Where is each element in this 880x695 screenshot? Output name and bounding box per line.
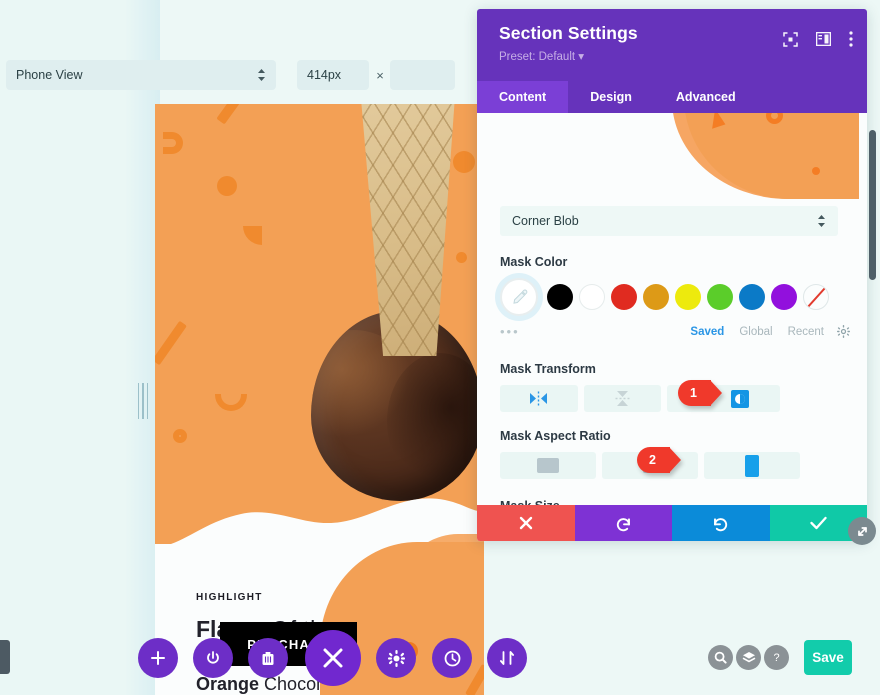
confetti-arc	[163, 132, 183, 154]
waffle-cone	[360, 104, 455, 356]
canvas-left-gradient	[0, 0, 160, 695]
eyebrow-highlight: HIGHLIGHT	[196, 592, 263, 603]
settings-button[interactable]	[376, 638, 416, 678]
confetti-arc	[215, 394, 247, 411]
add-section-button[interactable]	[138, 638, 178, 678]
invert-button[interactable]	[730, 389, 749, 408]
viewport-height-input[interactable]	[390, 60, 455, 90]
layers-button[interactable]	[736, 645, 761, 670]
mask-transform-field: Mask Transform 1	[500, 362, 781, 412]
canvas-resize-handle[interactable]	[137, 383, 149, 419]
view-mode-select[interactable]: Phone View	[6, 60, 276, 90]
aspect-portrait-button[interactable]	[704, 452, 800, 479]
panel-scrollbar[interactable]	[869, 130, 876, 280]
swatch-yellow[interactable]	[675, 284, 701, 310]
tab-content[interactable]: Content	[477, 81, 569, 113]
color-tab-saved[interactable]: Saved	[690, 326, 724, 338]
swatch-red[interactable]	[611, 284, 637, 310]
hero-image	[155, 104, 484, 544]
history-button[interactable]	[432, 638, 472, 678]
flip-horizontal-button[interactable]	[500, 385, 578, 412]
waffle-texture	[360, 104, 455, 356]
close-builder-button[interactable]	[305, 630, 361, 686]
save-button[interactable]: Save	[804, 640, 852, 675]
mask-preview-dot	[812, 167, 820, 175]
mask-aspect-ratio-label: Mask Aspect Ratio	[500, 429, 611, 443]
annotation-badge-2: 2	[637, 447, 681, 473]
cancel-button[interactable]	[477, 505, 575, 541]
swatch-white[interactable]	[579, 284, 605, 310]
confetti-bar	[216, 104, 240, 125]
tab-design[interactable]: Design	[568, 81, 654, 113]
more-options-icon[interactable]	[849, 31, 853, 47]
portrait-icon	[745, 454, 759, 477]
more-colors-button[interactable]: •••	[500, 324, 675, 339]
annotation-badge-1: 1	[678, 380, 722, 406]
section-settings-panel: Section Settings Preset: Default ▾ Conte…	[477, 9, 867, 541]
mask-color-swatches	[500, 278, 850, 316]
color-picker-button[interactable]	[500, 278, 538, 316]
panel-resize-handle[interactable]	[848, 517, 876, 545]
viewport-width-input[interactable]: 414px	[297, 60, 369, 90]
mask-style-field: Corner Blob	[500, 206, 838, 236]
landscape-icon	[537, 458, 559, 473]
swatch-orange[interactable]	[643, 284, 669, 310]
mask-style-value: Corner Blob	[512, 214, 579, 228]
color-tab-global[interactable]: Global	[739, 326, 772, 338]
help-button[interactable]: ?	[764, 645, 789, 670]
mask-color-field: Mask Color ••• Saved Global Recent	[500, 255, 850, 339]
mask-transform-buttons	[500, 385, 781, 412]
search-button[interactable]	[708, 645, 733, 670]
panel-header-actions	[783, 31, 853, 47]
reorder-button[interactable]	[487, 638, 527, 678]
swatch-black[interactable]	[547, 284, 573, 310]
confetti-dot	[217, 176, 237, 196]
panel-preset-selector[interactable]: Preset: Default ▾	[499, 49, 847, 63]
view-mode-label: Phone View	[16, 68, 83, 82]
chevron-updown-icon	[817, 214, 826, 228]
mask-transform-label: Mask Transform	[500, 362, 596, 376]
panel-tabs: Content Design Advanced	[477, 81, 867, 113]
layout-panel-icon[interactable]	[816, 32, 831, 46]
swatch-green[interactable]	[707, 284, 733, 310]
mask-aspect-ratio-field: Mask Aspect Ratio 2	[500, 429, 800, 479]
panel-body: Corner Blob Mask Color ••• Saved Global …	[477, 113, 867, 505]
focus-icon[interactable]	[783, 31, 798, 47]
confetti-quarter	[243, 226, 262, 245]
mask-style-select[interactable]: Corner Blob	[500, 206, 838, 236]
ice-cream-cone	[303, 104, 484, 501]
melt-shape	[170, 498, 484, 544]
flip-vertical-button[interactable]	[583, 385, 662, 412]
left-edge-tab[interactable]	[0, 640, 10, 674]
chevron-updown-icon	[257, 68, 266, 82]
confetti-bar	[155, 320, 187, 366]
confetti-ring	[173, 429, 187, 443]
subhead-bold: Orange	[196, 674, 260, 694]
undo-button[interactable]	[574, 505, 672, 541]
toggle-power-button[interactable]	[193, 638, 233, 678]
mask-preview-thumbnail	[500, 113, 859, 199]
color-meta-row: ••• Saved Global Recent	[500, 324, 850, 339]
dimension-separator: ×	[376, 68, 384, 83]
gear-icon[interactable]	[837, 325, 850, 338]
viewport-width-value: 414px	[307, 68, 342, 82]
aspect-landscape-button[interactable]	[500, 452, 596, 479]
swatch-purple[interactable]	[771, 284, 797, 310]
panel-header: Section Settings Preset: Default ▾	[477, 9, 867, 81]
responsive-toolbar: Phone View 414px ×	[0, 60, 480, 90]
tab-advanced[interactable]: Advanced	[654, 81, 758, 113]
swatch-none[interactable]	[803, 284, 829, 310]
delete-button[interactable]	[248, 638, 288, 678]
swatch-blue[interactable]	[739, 284, 765, 310]
redo-button[interactable]	[672, 505, 770, 541]
color-tab-recent[interactable]: Recent	[788, 326, 824, 338]
mask-color-label: Mask Color	[500, 255, 568, 269]
panel-footer	[477, 505, 867, 541]
phone-preview-frame: HIGHLIGHT Flavor Of the Month. JULY Oran…	[155, 104, 484, 695]
